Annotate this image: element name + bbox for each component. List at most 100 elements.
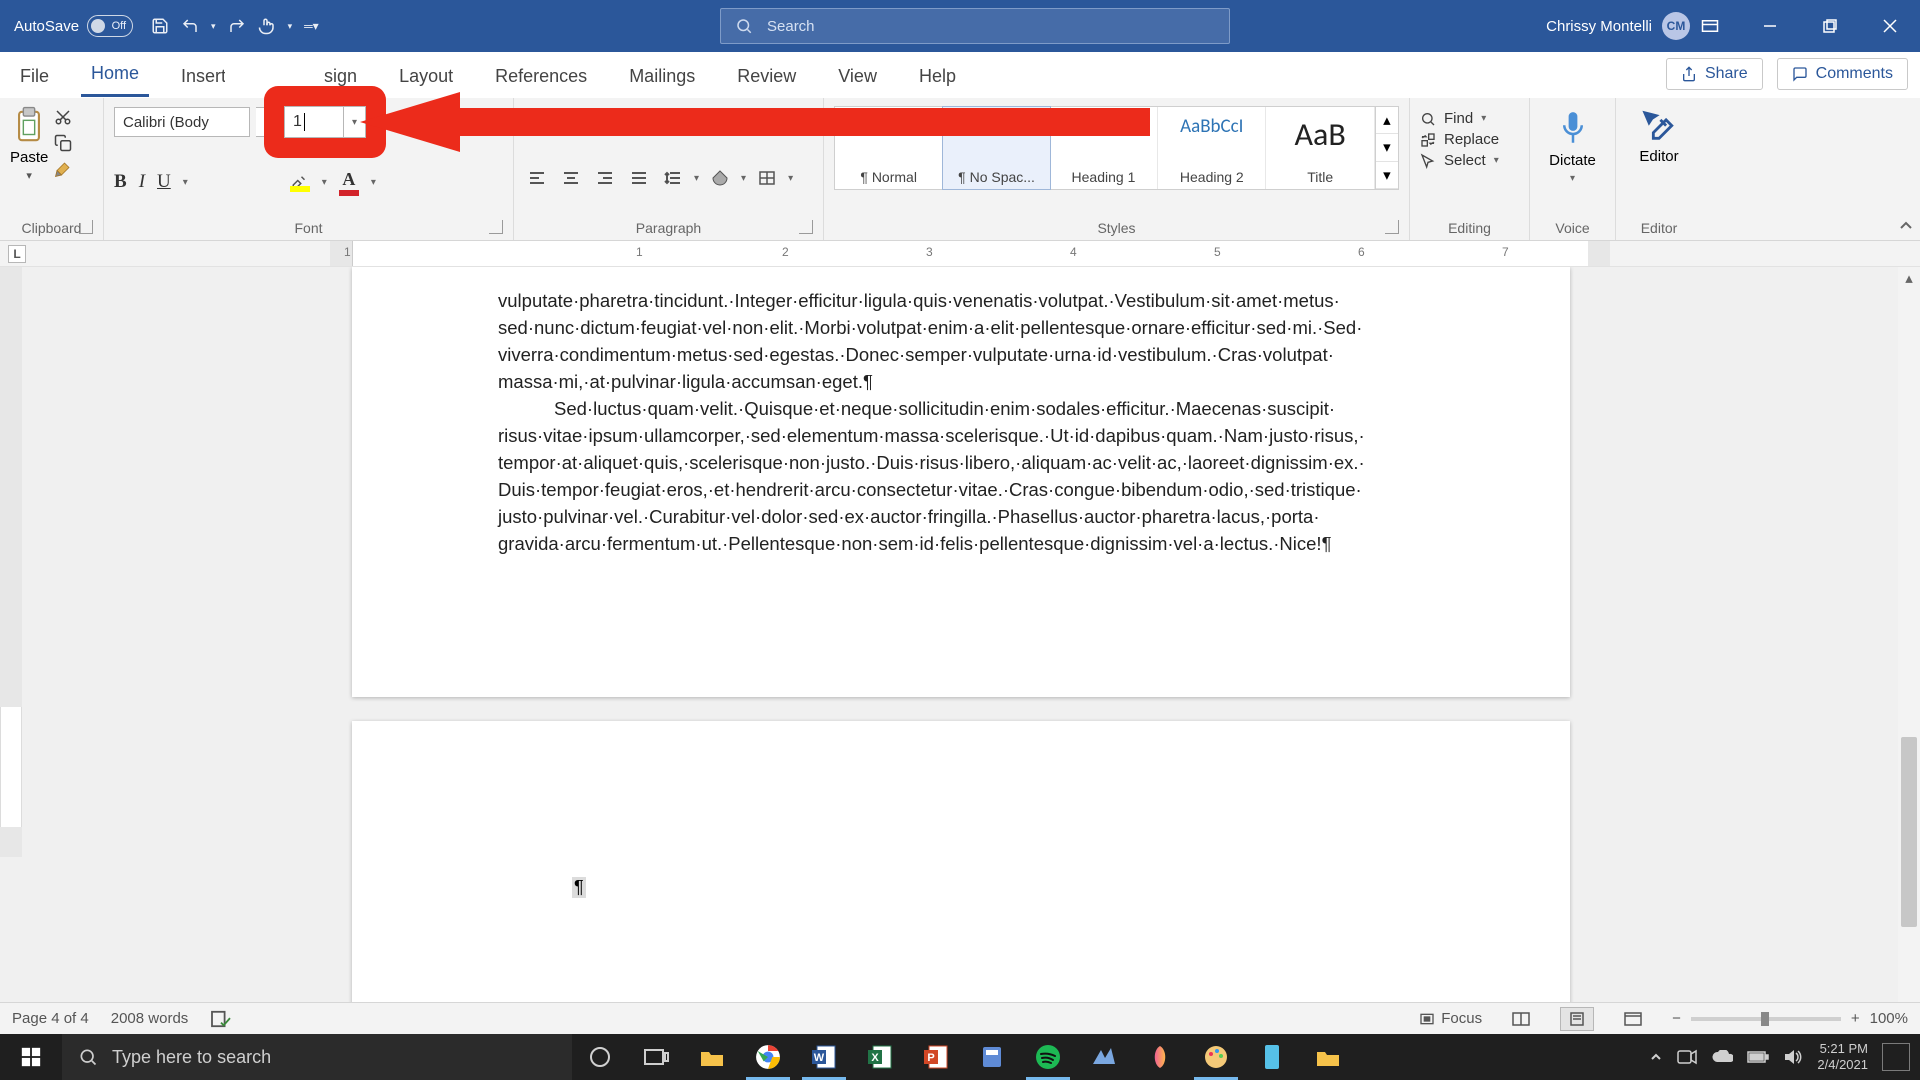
zoom-out-button[interactable]: − <box>1672 1010 1681 1027</box>
tray-meet-now-icon[interactable] <box>1677 1049 1697 1065</box>
autosave[interactable]: AutoSave Off <box>14 15 133 37</box>
tray-volume-icon[interactable] <box>1783 1048 1803 1066</box>
app-spotify[interactable] <box>1020 1034 1076 1080</box>
app-file-explorer2[interactable] <box>1300 1034 1356 1080</box>
style-title[interactable]: AaBTitle <box>1266 107 1374 189</box>
read-mode-button[interactable] <box>1504 1007 1538 1031</box>
redo-icon[interactable] <box>228 17 246 35</box>
grow-font-button[interactable]: A <box>390 109 406 135</box>
ribbon-display-icon[interactable] <box>1680 0 1740 52</box>
touch-chevron-icon[interactable]: ▾ <box>288 21 293 32</box>
editor-button[interactable]: Editor <box>1639 110 1678 165</box>
select-button[interactable]: Select▾ <box>1420 152 1519 169</box>
page-current[interactable]: vulputate·pharetra·tincidunt.·Integer·ef… <box>352 267 1570 697</box>
search-input[interactable]: Search <box>720 8 1230 44</box>
tray-battery-icon[interactable] <box>1747 1050 1769 1064</box>
dialog-launcher-icon[interactable] <box>799 220 813 234</box>
underline-button[interactable]: U <box>157 171 171 193</box>
highlight-button[interactable] <box>290 172 310 192</box>
zoom-in-button[interactable]: + <box>1851 1010 1860 1027</box>
style-normal[interactable]: AaBbCcDc¶ Normal <box>835 107 943 189</box>
tab-home[interactable]: Home <box>81 63 149 97</box>
undo-icon[interactable] <box>181 17 199 35</box>
app-powerpoint[interactable]: P <box>908 1034 964 1080</box>
tray-onedrive-icon[interactable] <box>1711 1050 1733 1064</box>
font-color-button[interactable]: A <box>339 169 359 196</box>
tab-file[interactable]: File <box>10 66 59 97</box>
document-body[interactable]: vulputate·pharetra·tincidunt.·Integer·ef… <box>352 267 1570 557</box>
cut-icon[interactable] <box>54 108 72 126</box>
vertical-scrollbar[interactable]: ▴ ▾ <box>1898 267 1920 1034</box>
share-button[interactable]: Share <box>1666 58 1763 90</box>
line-spacing-button[interactable] <box>660 166 686 190</box>
scroll-up-button[interactable]: ▴ <box>1898 267 1920 289</box>
style-up-button[interactable]: ▴ <box>1376 107 1398 134</box>
bold-button[interactable]: B <box>114 171 127 193</box>
tray-clock[interactable]: 5:21 PM 2/4/2021 <box>1817 1041 1868 1073</box>
app-generic1[interactable] <box>1076 1034 1132 1080</box>
font-size-dropdown[interactable]: ▾ <box>344 106 366 138</box>
style-heading2[interactable]: AaBbCcIHeading 2 <box>1158 107 1266 189</box>
paste-button[interactable]: Paste ▾ <box>10 106 48 182</box>
page-indicator[interactable]: Page 4 of 4 <box>12 1010 89 1027</box>
style-no-spacing[interactable]: AaBbCcDc¶ No Spac... <box>942 106 1050 190</box>
font-name-input[interactable]: Calibri (Body <box>114 107 250 137</box>
print-layout-button[interactable] <box>1560 1007 1594 1031</box>
replace-button[interactable]: Replace <box>1420 131 1519 148</box>
format-painter-icon[interactable] <box>54 160 72 178</box>
app-file-explorer[interactable] <box>684 1034 740 1080</box>
dialog-launcher-icon[interactable] <box>79 220 93 234</box>
tray-chevron-icon[interactable] <box>1649 1050 1663 1064</box>
account[interactable]: Chrissy Montelli CM <box>1546 12 1690 40</box>
app-calculator[interactable] <box>964 1034 1020 1080</box>
app-chrome[interactable] <box>740 1034 796 1080</box>
dialog-launcher-icon[interactable] <box>1385 220 1399 234</box>
align-left-button[interactable] <box>524 166 550 190</box>
spellcheck-icon[interactable] <box>210 1010 232 1028</box>
align-right-button[interactable] <box>592 166 618 190</box>
italic-button[interactable]: I <box>139 171 145 193</box>
zoom-level[interactable]: 100% <box>1870 1010 1908 1027</box>
touch-mode-icon[interactable] <box>258 17 276 35</box>
autosave-toggle[interactable]: Off <box>87 15 133 37</box>
focus-button[interactable]: Focus <box>1419 1010 1482 1027</box>
customize-qat-icon[interactable]: ═▾ <box>304 19 319 33</box>
tab-review[interactable]: Review <box>727 66 806 97</box>
comments-button[interactable]: Comments <box>1777 58 1908 90</box>
style-down-button[interactable]: ▾ <box>1376 134 1398 161</box>
show-marks-button[interactable]: ¶ <box>787 110 813 134</box>
app-excel[interactable]: X <box>852 1034 908 1080</box>
word-count[interactable]: 2008 words <box>111 1010 189 1027</box>
copy-icon[interactable] <box>54 134 72 152</box>
app-cortana[interactable] <box>572 1034 628 1080</box>
tab-layout[interactable]: Layout <box>389 66 463 97</box>
page-next[interactable]: ¶ <box>352 721 1570 1034</box>
vertical-ruler[interactable] <box>0 267 22 1034</box>
maximize-button[interactable] <box>1800 0 1860 52</box>
tab-selector[interactable]: L <box>8 245 26 263</box>
tab-help[interactable]: Help <box>909 66 966 97</box>
sort-button[interactable]: A↓ <box>753 110 779 134</box>
web-layout-button[interactable] <box>1616 1007 1650 1031</box>
collapse-ribbon-icon[interactable] <box>1898 218 1914 234</box>
borders-button[interactable] <box>754 166 780 190</box>
start-button[interactable] <box>0 1034 62 1080</box>
save-icon[interactable] <box>151 17 169 35</box>
horizontal-ruler[interactable]: L 1 1 2 3 4 5 6 7 <box>0 241 1920 267</box>
tab-references[interactable]: References <box>485 66 597 97</box>
app-generic3[interactable] <box>1244 1034 1300 1080</box>
find-button[interactable]: Find▾ <box>1420 110 1519 127</box>
close-button[interactable] <box>1860 0 1920 52</box>
dictate-button[interactable]: Dictate▾ <box>1549 110 1596 184</box>
zoom-slider[interactable] <box>1691 1017 1841 1021</box>
shading-button[interactable] <box>707 166 733 190</box>
app-word[interactable]: W <box>796 1034 852 1080</box>
style-more-button[interactable]: ▾ <box>1376 162 1398 189</box>
tab-insert[interactable]: Insert <box>171 66 225 97</box>
taskbar-search[interactable]: Type here to search <box>62 1034 572 1080</box>
style-heading1[interactable]: AaBbCHeading 1 <box>1050 107 1158 189</box>
app-paint[interactable] <box>1188 1034 1244 1080</box>
align-center-button[interactable] <box>558 166 584 190</box>
dialog-launcher-icon[interactable] <box>489 220 503 234</box>
tray-notifications-icon[interactable] <box>1882 1043 1910 1071</box>
